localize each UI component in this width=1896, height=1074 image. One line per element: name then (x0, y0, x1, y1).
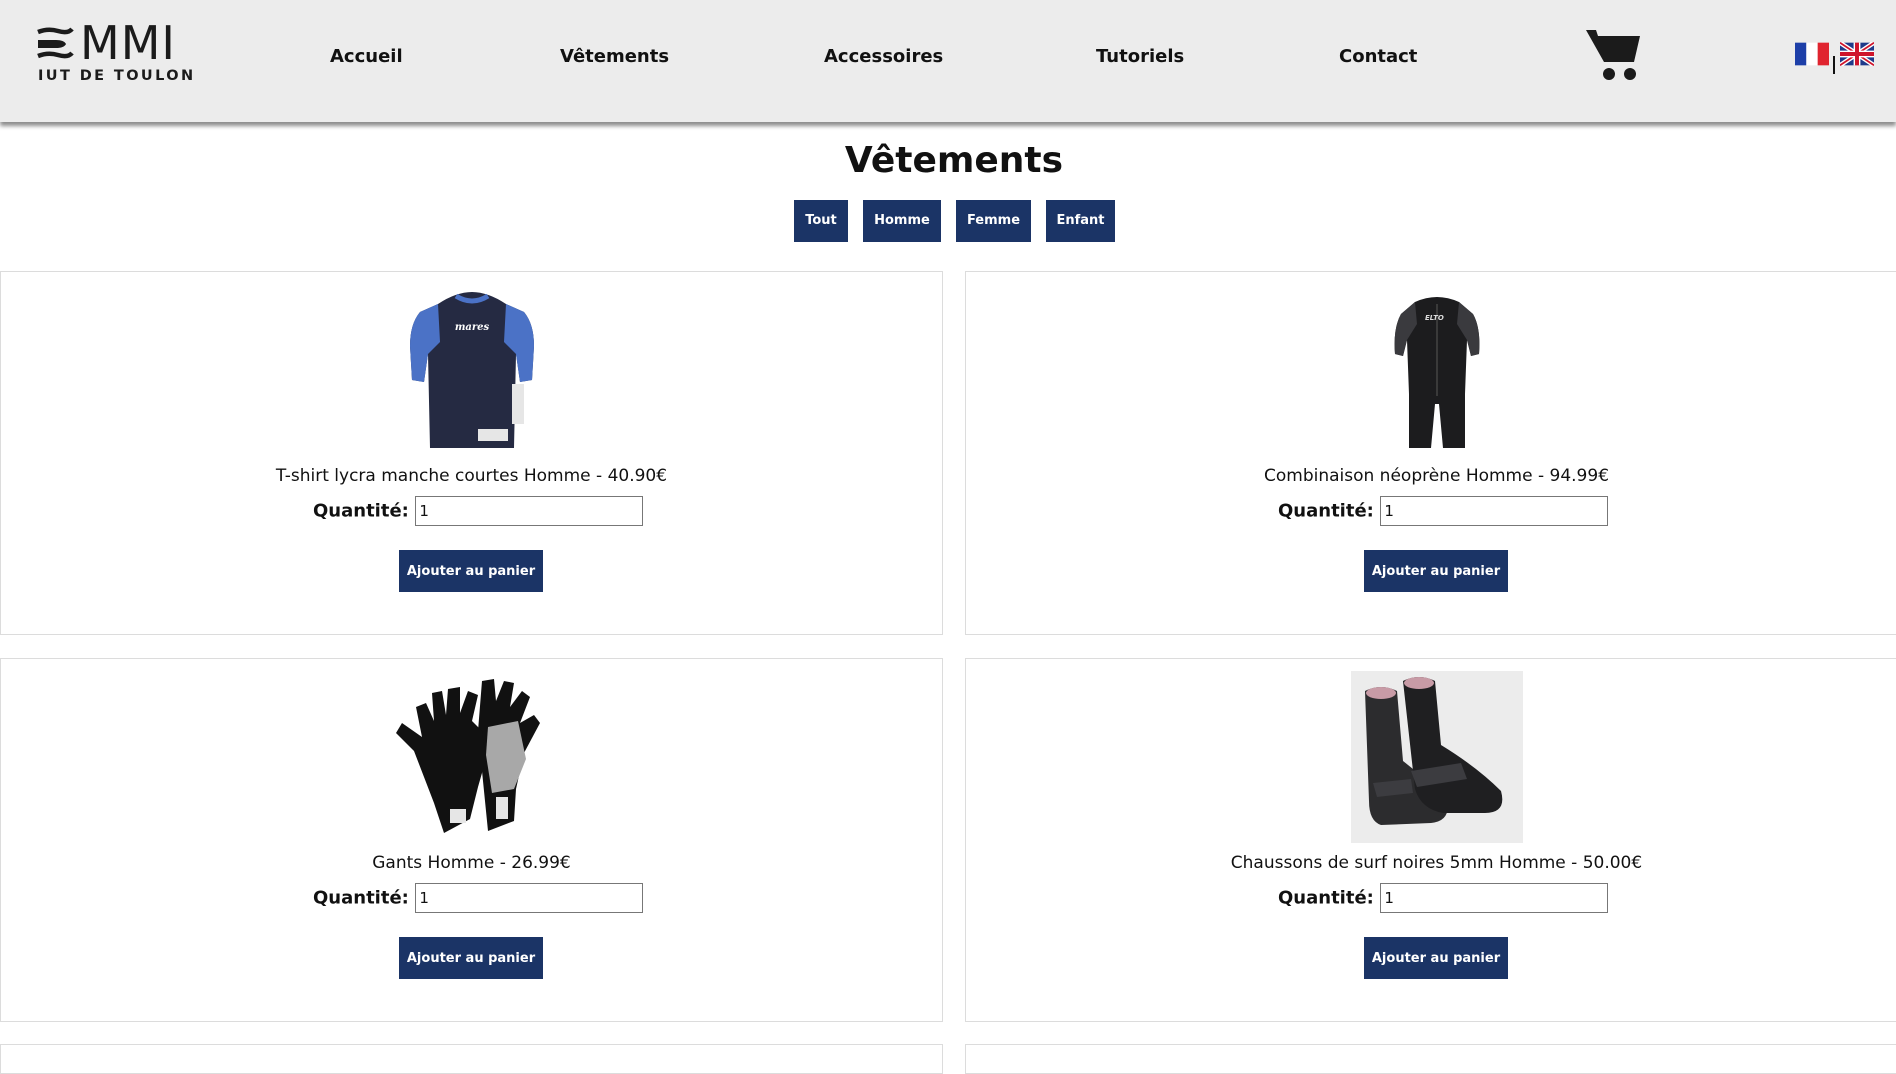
quantity-label: Quantité: (1278, 887, 1374, 909)
quantity-row: Quantité: (1278, 883, 1609, 913)
quantity-label: Quantité: (313, 500, 409, 522)
wetsuit-brand-logo: ELTO (1425, 314, 1444, 322)
quantity-input[interactable] (415, 883, 644, 913)
quantity-input[interactable] (1380, 883, 1609, 913)
product-card: mares T-shirt lycra manche courtes Homme… (0, 271, 943, 635)
quantity-row: Quantité: (1278, 496, 1609, 526)
filter-tout-button[interactable]: Tout (794, 200, 848, 242)
language-separator (1833, 56, 1835, 74)
mmi-logo[interactable]: MMI IUT DE TOULON (36, 20, 193, 88)
quantity-label: Quantité: (1278, 500, 1374, 522)
product-card (965, 1044, 1896, 1074)
add-to-cart-button[interactable]: Ajouter au panier (1364, 550, 1508, 592)
product-card: Gants Homme - 26.99€ Quantité: Ajouter a… (0, 658, 943, 1022)
uk-flag-icon[interactable] (1840, 42, 1874, 66)
logo-subtitle: IUT DE TOULON (38, 68, 196, 84)
nav-contact[interactable]: Contact (1339, 46, 1417, 67)
filter-femme-button[interactable]: Femme (956, 200, 1031, 242)
quantity-input[interactable] (1380, 496, 1609, 526)
logo-wave-icon (37, 27, 74, 59)
logo-title: MMI (80, 16, 176, 70)
add-to-cart-button[interactable]: Ajouter au panier (1364, 937, 1508, 979)
nav-vetements[interactable]: Vêtements (560, 46, 669, 67)
rash-guard-product-image[interactable]: mares (386, 284, 558, 456)
product-name: Chaussons de surf noires 5mm Homme - 50.… (1230, 853, 1643, 873)
shopping-cart-icon[interactable] (1584, 24, 1644, 84)
nav-accessoires[interactable]: Accessoires (824, 46, 943, 67)
product-card: ELTO Combinaison néoprène Homme - 94.99€… (965, 271, 1896, 635)
page-title: Vêtements (844, 140, 1064, 181)
add-to-cart-button[interactable]: Ajouter au panier (399, 550, 543, 592)
nav-accueil[interactable]: Accueil (330, 46, 403, 67)
gloves-product-image[interactable] (386, 671, 558, 843)
add-to-cart-button[interactable]: Ajouter au panier (399, 937, 543, 979)
mares-logo: mares (455, 322, 490, 333)
wetsuit-product-image[interactable]: ELTO (1351, 284, 1523, 456)
quantity-row: Quantité: (313, 496, 644, 526)
site-header: MMI IUT DE TOULON Accueil Vêtements Acce… (0, 0, 1896, 122)
french-flag-icon[interactable] (1795, 42, 1829, 66)
product-card (0, 1044, 943, 1074)
filter-enfant-button[interactable]: Enfant (1046, 200, 1115, 242)
nav-tutoriels[interactable]: Tutoriels (1096, 46, 1184, 67)
product-name: Gants Homme - 26.99€ (372, 853, 571, 873)
quantity-row: Quantité: (313, 883, 644, 913)
quantity-input[interactable] (415, 496, 644, 526)
surf-boots-product-image[interactable] (1351, 671, 1523, 843)
quantity-label: Quantité: (313, 887, 409, 909)
filter-homme-button[interactable]: Homme (863, 200, 941, 242)
product-name: Combinaison néoprène Homme - 94.99€ (1263, 466, 1610, 486)
product-card: Chaussons de surf noires 5mm Homme - 50.… (965, 658, 1896, 1022)
product-name: T-shirt lycra manche courtes Homme - 40.… (275, 466, 668, 486)
